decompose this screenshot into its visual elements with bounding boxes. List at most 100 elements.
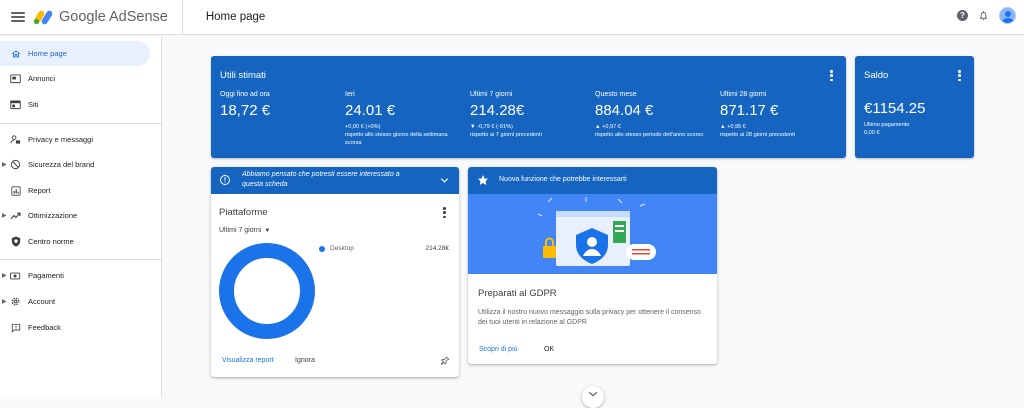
policy-shield-icon — [10, 236, 21, 247]
sidebar-item-label: Pagamenti — [28, 271, 64, 280]
trending-up-icon — [10, 210, 21, 221]
sidebar-item-account[interactable]: ▶ Account — [0, 289, 150, 314]
expand-caret-icon: ▶ — [2, 273, 7, 279]
sidebar-item-label: Feedback — [28, 323, 61, 332]
block-icon — [10, 159, 21, 170]
platforms-title: Piattaforme — [219, 207, 268, 218]
expand-caret-icon: ▶ — [2, 299, 7, 305]
sidebar-item-privacy[interactable]: Privacy e messaggi — [0, 127, 150, 152]
suggestion-text: Abbiamo pensato che potresti essere inte… — [242, 171, 400, 188]
legend-label: Desktop — [330, 245, 354, 252]
metric-last-28-days[interactable]: Ultimi 28 giorni 871.17 € ▲ +0,95 € rispe… — [720, 91, 840, 139]
sidebar-item-brand-safety[interactable]: ▶ Sicurezza del brand — [0, 152, 150, 177]
sidebar-item-policy-center[interactable]: Centro norme — [0, 229, 150, 254]
speech-bubble — [626, 244, 656, 260]
last-payment-label: Ultimo pagamento — [864, 122, 910, 128]
sidebar-item-label: Home page — [28, 49, 67, 58]
metric-value: 871.17 € — [720, 102, 779, 119]
brand-name: Google AdSense — [59, 9, 168, 25]
sidebar-item-home[interactable]: Home page — [0, 41, 150, 66]
sidebar-item-label: Ottimizzazione — [28, 211, 78, 220]
date-range-label: Ultimi 7 giorni — [219, 227, 262, 234]
learn-more-button[interactable]: Scopri di più — [474, 343, 523, 356]
payments-icon — [10, 270, 21, 281]
balance-card: Saldo €1154.25 Ultimo pagamento 0,00 € — [855, 56, 974, 158]
metric-note: rispetto ai 7 giorni precedenti — [470, 132, 542, 138]
metric-note: rispetto allo stesso giorno della settim… — [345, 132, 448, 146]
ads-icon — [10, 73, 21, 84]
sidebar-item-optimization[interactable]: ▶ Ottimizzazione — [0, 203, 150, 228]
more-options-icon[interactable] — [443, 207, 446, 218]
expand-caret-icon: ▶ — [2, 162, 7, 168]
legend-color-dot — [319, 245, 325, 252]
earnings-title: Utili stimati — [220, 70, 266, 81]
estimated-earnings-card: Utili stimati Oggi fino ad ora 18,72 € I… — [211, 56, 846, 158]
sidebar-item-label: Report — [28, 186, 51, 195]
platforms-donut-chart — [219, 243, 315, 339]
hamburger-menu-icon[interactable] — [11, 12, 25, 22]
report-icon — [10, 185, 21, 196]
metric-label: Oggi fino ad ora — [220, 91, 270, 98]
sidebar-item-label: Account — [28, 297, 56, 306]
expand-caret-icon: ▶ — [2, 213, 7, 219]
last-payment-value: 0,00 € — [864, 130, 880, 136]
sidebar-item-label: Sicurezza del brand — [28, 160, 95, 169]
ok-button[interactable]: OK — [539, 343, 559, 356]
metric-label: Ieri — [345, 91, 355, 98]
pin-icon[interactable] — [440, 356, 450, 366]
sidebar-item-label: Privacy e messaggi — [28, 135, 94, 144]
sidebar-item-ads[interactable]: Annunci — [0, 66, 150, 91]
legend-item-desktop: Desktop — [319, 245, 354, 252]
ignore-button[interactable]: Ignora — [295, 357, 315, 364]
metric-this-month[interactable]: Questo mese 884.04 € ▲ +0,97 € rispetto a… — [595, 91, 715, 139]
sidebar-divider — [0, 123, 162, 124]
sidebar-item-feedback[interactable]: Feedback — [0, 315, 150, 340]
balance-value: €1154.25 — [864, 100, 926, 117]
dropdown-arrow-icon: ▼ — [264, 227, 271, 234]
metric-value: 24.01 € — [345, 102, 396, 119]
account-avatar[interactable] — [999, 7, 1016, 24]
metric-label: Ultimi 28 giorni — [720, 91, 767, 98]
metric-value: 884.04 € — [595, 102, 654, 119]
sidebar-divider — [0, 259, 162, 260]
platforms-card: Abbiamo pensato che potresti essere inte… — [211, 167, 459, 377]
chevron-down-icon[interactable] — [439, 175, 450, 186]
top-app-bar: Google AdSense Home page ? — [0, 0, 1024, 35]
metric-delta: +0,00 € (+0%) — [345, 124, 381, 130]
sidebar-item-reports[interactable]: Report — [0, 178, 150, 203]
suggestion-banner[interactable]: Abbiamo pensato che potresti essere inte… — [211, 167, 459, 194]
gdpr-feature-card: Nuova funzione che potrebbe interessarti… — [468, 167, 717, 364]
metric-today[interactable]: Oggi fino ad ora 18,72 € — [220, 91, 340, 119]
metric-value: 18,72 € — [220, 102, 271, 119]
metric-yesterday[interactable]: Ieri 24.01 € +0,00 € (+0%) rispetto allo … — [345, 91, 465, 147]
new-feature-text: Nuova funzione che potrebbe interessarti — [499, 176, 627, 183]
sidebar-item-label: Siti — [28, 100, 39, 109]
sidebar-item-label: Centro norme — [28, 237, 74, 246]
gdpr-description: Utilizza il nostro nuovo messaggio sulla… — [478, 309, 701, 326]
sidebar-nav: Home page Annunci Siti Privacy e messagg… — [0, 36, 162, 397]
help-icon[interactable]: ? — [957, 10, 968, 21]
metric-last-7-days[interactable]: Ultimi 7 giorni 214.28€ ▼ -0,79 € (-91%)… — [470, 91, 590, 139]
star-icon — [478, 175, 488, 185]
metric-note: rispetto ai 28 giorni precedenti — [720, 132, 795, 138]
sidebar-item-sites[interactable]: Siti — [0, 92, 150, 117]
adsense-logo[interactable] — [32, 9, 54, 26]
view-report-link[interactable]: Visualizza report — [222, 357, 274, 364]
settings-gear-icon — [10, 296, 21, 307]
sidebar-item-payments[interactable]: ▶ Pagamenti — [0, 263, 150, 288]
date-range-dropdown[interactable]: Ultimi 7 giorni ▼ — [219, 227, 270, 234]
privacy-person-icon — [10, 134, 21, 145]
gdpr-illustration — [468, 194, 717, 274]
page-title: Home page — [205, 11, 266, 23]
sites-icon — [10, 99, 21, 110]
gdpr-title: Preparati al GDPR — [478, 288, 557, 299]
notifications-bell-icon[interactable] — [978, 10, 989, 21]
scroll-down-button[interactable] — [582, 386, 604, 408]
feedback-icon — [10, 322, 21, 333]
header-divider — [181, 0, 183, 35]
metric-delta: ▼ -0,79 € (-91%) — [470, 124, 513, 130]
more-options-icon[interactable] — [830, 70, 833, 81]
more-options-icon[interactable] — [958, 70, 961, 81]
metric-value: 214.28€ — [470, 102, 525, 119]
metric-note: rispetto allo stesso periodo dell'anno s… — [595, 132, 704, 138]
